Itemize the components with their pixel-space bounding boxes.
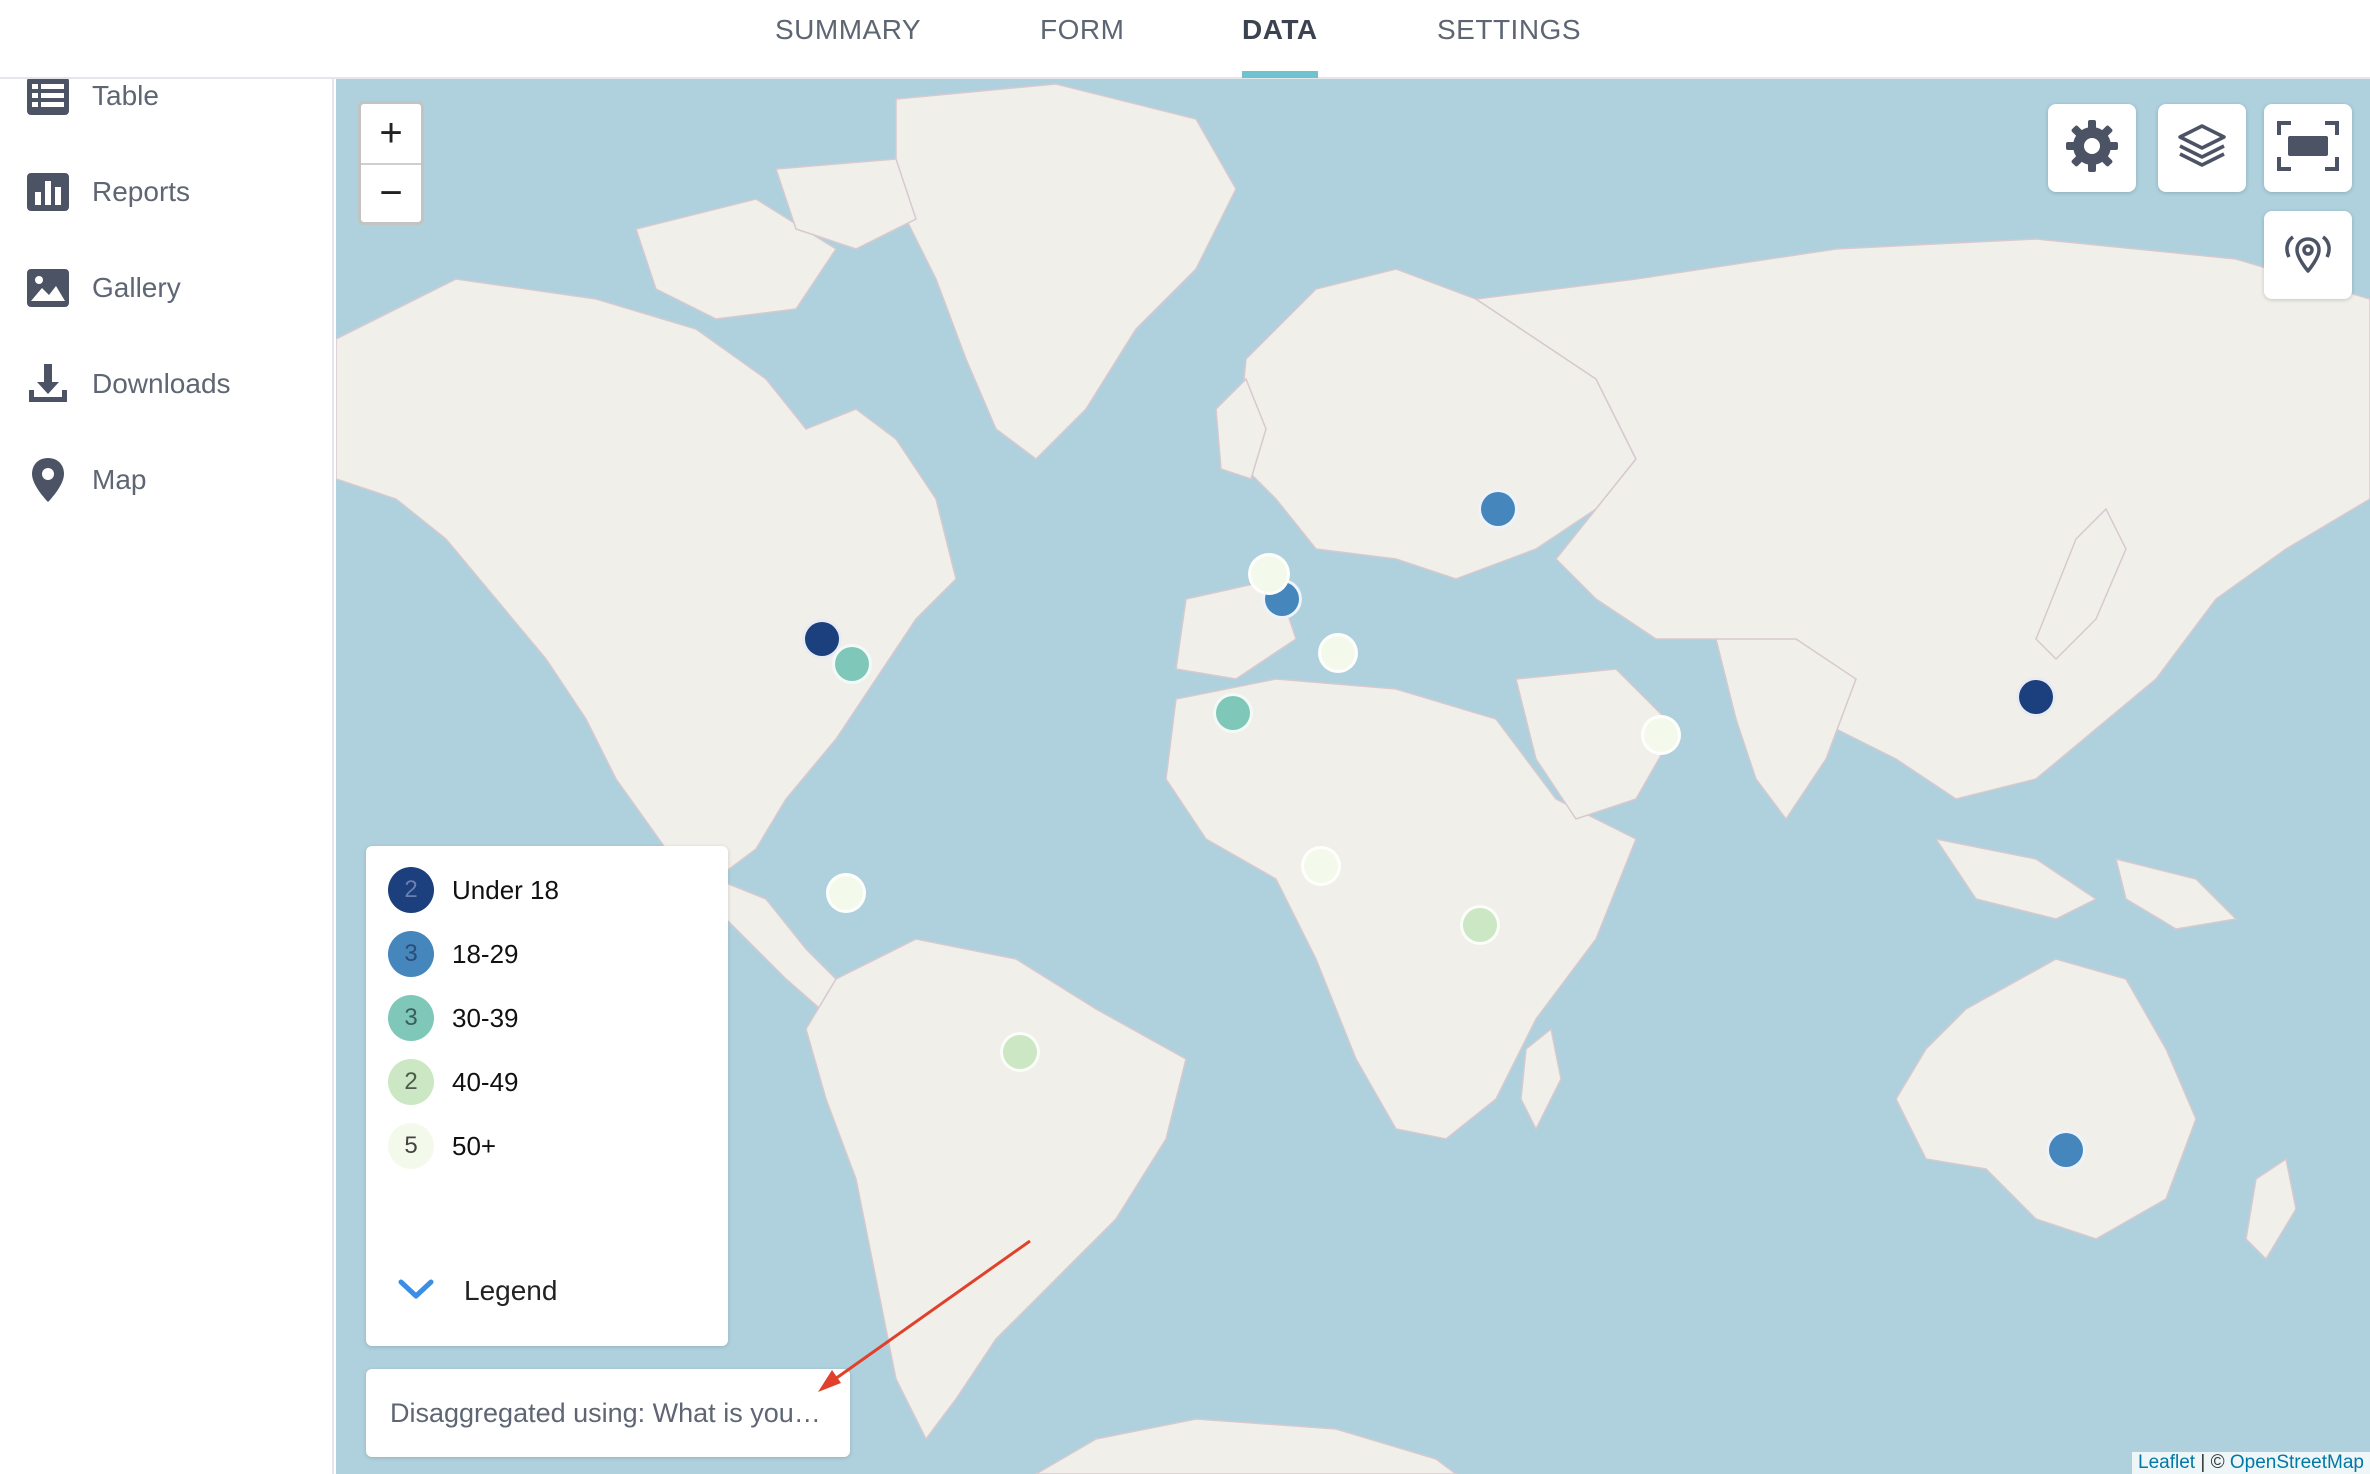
leaflet-link[interactable]: Leaflet [2138,1452,2195,1473]
sidebar-item-label: Gallery [92,272,181,303]
map-attribution: Leaflet | © OpenStreetMap [2132,1452,2370,1474]
image-icon [24,264,72,312]
tab-summary[interactable]: SUMMARY [775,14,921,64]
sidebar-item-map[interactable]: Map [24,450,314,510]
sidebar-item-label: Reports [92,176,191,207]
tab-form[interactable]: FORM [1040,14,1124,64]
tab-data[interactable]: DATA [1242,14,1318,78]
annotation-arrow [818,1239,1031,1392]
tab-summary-label: SUMMARY [775,14,922,45]
app-window: SUMMARY FORM DATA SETTINGS Table Reports… [0,0,2370,1474]
tab-form-label: FORM [1040,14,1125,45]
tab-settings[interactable]: SETTINGS [1437,14,1581,64]
sidebar-item-label: Downloads [92,368,231,399]
map-pin-icon [24,456,72,504]
sidebar-item-gallery[interactable]: Gallery [24,258,314,318]
bar-chart-icon [24,168,72,216]
download-icon [24,360,72,408]
sidebar-item-downloads[interactable]: Downloads [24,354,314,414]
osm-link[interactable]: OpenStreetMap [2230,1452,2364,1473]
sidebar-item-label: Map [92,464,147,495]
tab-settings-label: SETTINGS [1437,14,1582,45]
sidebar-item-reports[interactable]: Reports [24,162,314,222]
table-icon [24,72,72,120]
tab-data-label: DATA [1242,14,1318,45]
map-canvas[interactable]: + − 2 Under 18 3 18-29 3 30-39 2 40-49 5… [336,79,2370,1474]
tab-active-underline [1242,71,1318,78]
attribution-separator: | © [2195,1452,2230,1473]
sidebar: Table Reports Gallery Downloads Map [0,77,334,1474]
top-tab-bar: SUMMARY FORM DATA SETTINGS [0,0,2370,79]
sidebar-item-label: Table [92,80,159,111]
